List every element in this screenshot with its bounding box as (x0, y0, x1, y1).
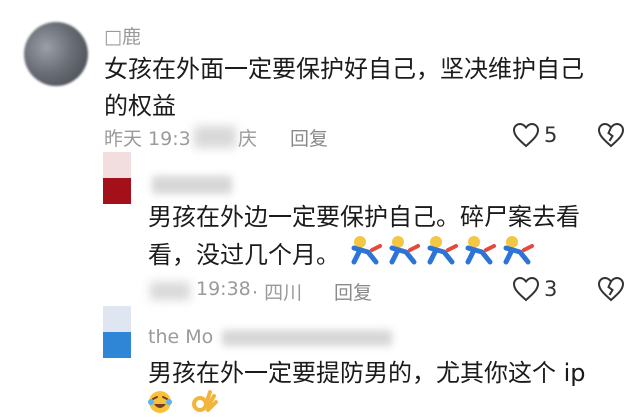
comment-text-line-1: 男孩在外边一定要保护自己。碎尸案去看 (148, 203, 580, 231)
reply-button[interactable]: 回复 (290, 124, 328, 151)
like-button[interactable] (512, 122, 540, 152)
ok-hand-emoji-icon (192, 390, 218, 412)
emoji-row (348, 234, 538, 270)
avatar[interactable] (103, 306, 131, 358)
redacted-block (194, 126, 236, 148)
running-person-emoji-icon (351, 236, 534, 265)
comment-time: 昨天 19:3 (104, 128, 191, 150)
comment-text-line-1: 男孩在外一定要提防男的，尤其你这个 ip (148, 359, 586, 387)
redacted-block (150, 282, 190, 300)
comment-time: 19:38 (196, 278, 251, 300)
comment-location: 庆 (238, 128, 258, 150)
heart-outline-icon (512, 122, 540, 148)
avatar[interactable] (24, 22, 88, 86)
broken-heart-icon (597, 122, 625, 148)
like-count: 3 (544, 277, 558, 301)
comment-location: · 四川 (252, 282, 303, 304)
redacted-username (222, 330, 392, 346)
redacted-username (152, 176, 232, 194)
like-button[interactable] (512, 276, 540, 306)
like-count: 5 (544, 123, 558, 147)
username[interactable]: the Mo (148, 326, 213, 348)
avatar[interactable] (103, 152, 131, 204)
reply-button[interactable]: 回复 (334, 278, 372, 305)
comment-text-line-2: 的权益 (104, 92, 176, 120)
comment-text-line-1: 女孩在外面一定要保护好自己，坚决维护自己 (104, 55, 584, 83)
comment-text-line-2: 看，没过几个月。 (148, 241, 340, 269)
username[interactable]: □鹿 (104, 22, 141, 49)
broken-heart-icon (597, 276, 625, 302)
dislike-button[interactable] (597, 276, 625, 306)
laughing-crying-emoji-icon (148, 391, 172, 413)
heart-outline-icon (512, 276, 540, 302)
dislike-button[interactable] (597, 122, 625, 152)
